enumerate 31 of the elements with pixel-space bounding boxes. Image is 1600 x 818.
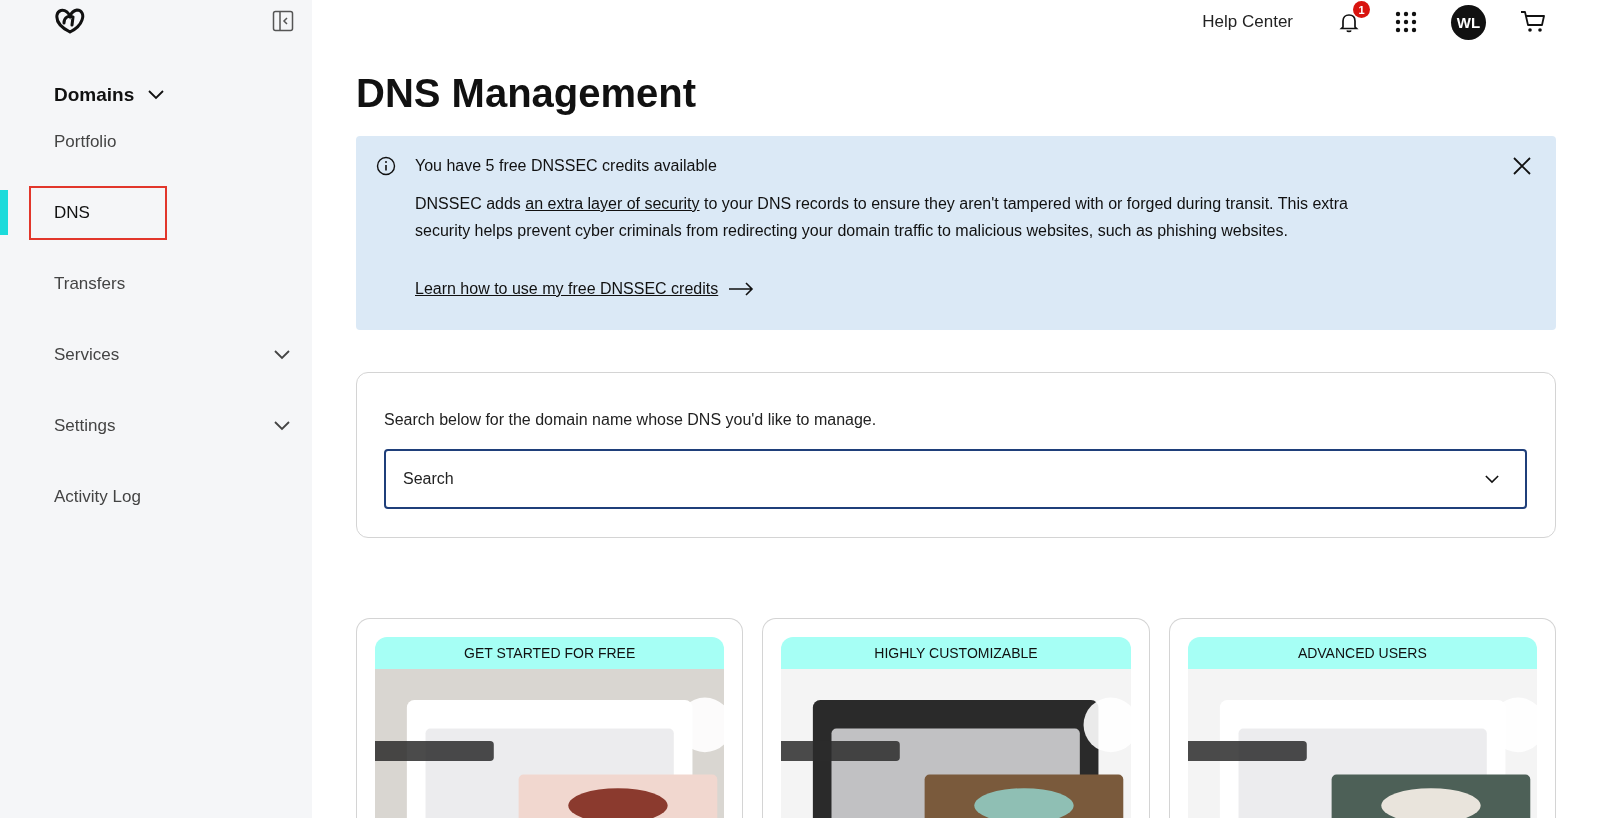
banner-text: DNSSEC adds an extra layer of security to your DNS records to ensure they aren't tampered with or forged during transit. This extra security helps prevent cyber criminals from redirecting your domain traffic to malicious websites, such as phishing websites. — [415, 194, 1349, 241]
domain-search-field[interactable]: Search — [384, 449, 1527, 509]
banner-title: You have 5 free DNSSEC credits available — [415, 157, 718, 175]
sidebar-item[interactable]: DNS — [29, 185, 167, 240]
logo-icon[interactable] — [54, 7, 86, 35]
arrow-right-icon[interactable] — [728, 282, 755, 296]
sidebar-item[interactable]: Activity Log — [29, 469, 166, 524]
help-center-link[interactable]: Help Center — [1202, 12, 1293, 32]
info-icon — [376, 156, 396, 176]
close-icon[interactable] — [1512, 156, 1532, 176]
domains-menu[interactable]: Domains — [54, 84, 165, 106]
chevron-icon[interactable] — [1485, 475, 1499, 484]
chevron-icon[interactable] — [274, 349, 290, 360]
learn-more-link[interactable]: Learn how to use my free DNSSEC credits — [415, 280, 719, 298]
cart-icon[interactable] — [1520, 10, 1546, 34]
sidebar-item[interactable]: Portfolio — [29, 114, 142, 169]
card-heading: HIGHLY CUSTOMIZABLE — [781, 637, 1131, 669]
security-link[interactable]: an extra layer of security — [525, 195, 700, 212]
page-title: DNS Management — [356, 71, 698, 116]
card-heading: ADVANCED USERS — [1187, 637, 1537, 669]
avatar[interactable]: WL — [1451, 4, 1486, 40]
sidebar-item[interactable]: Settings — [29, 398, 141, 453]
chevron-icon[interactable] — [274, 420, 290, 431]
card-heading: GET STARTED FOR FREE — [375, 637, 725, 669]
apps-grid-icon[interactable] — [1395, 11, 1417, 33]
sidebar-item[interactable]: Services — [29, 327, 145, 382]
search-prompt: Search below for the domain name whose DNS you'd like to manage. — [384, 411, 878, 429]
chevron-icon — [148, 90, 165, 100]
notification-badge: 1 — [1353, 1, 1370, 18]
sidebar-item[interactable]: Transfers — [29, 256, 151, 311]
collapse-sidebar-icon[interactable] — [272, 10, 294, 32]
